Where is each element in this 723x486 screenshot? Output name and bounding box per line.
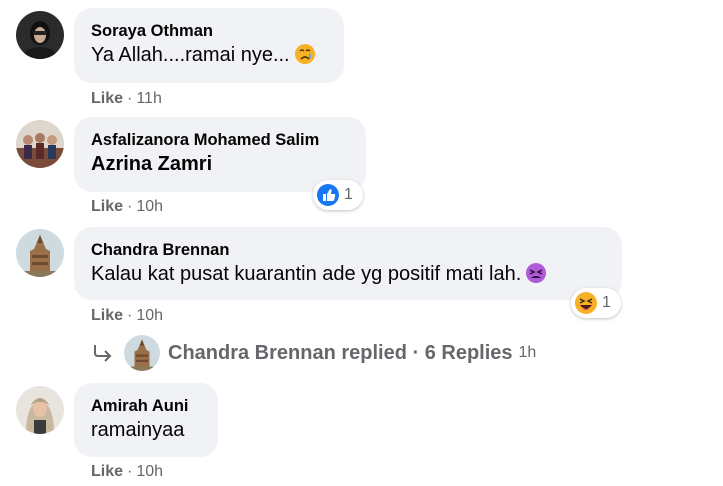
comment-bubble: Chandra Brennan Kalau kat pusat kuaranti… [74, 227, 622, 300]
avatar[interactable] [16, 229, 64, 277]
avatar-photo-asfalizanora [16, 120, 64, 168]
comment-author[interactable]: Soraya Othman [91, 20, 327, 42]
separator-dot: · [127, 198, 133, 215]
reaction-count: 1 [602, 294, 611, 311]
separator-dot: · [127, 307, 133, 324]
comment-time[interactable]: 11h [136, 90, 162, 107]
haha-reaction-icon [575, 292, 597, 314]
comment-time[interactable]: 10h [136, 463, 163, 480]
avatar-photo-amirah [16, 386, 64, 434]
mention-link[interactable]: Azrina Zamri [91, 151, 349, 177]
tired-face-icon [526, 263, 547, 283]
avatar[interactable] [16, 11, 64, 59]
separator-dot: · [127, 463, 133, 480]
comment-time[interactable]: 10h [136, 307, 163, 324]
comment-meta: Like · 11h [91, 90, 162, 108]
comment-text-wrap: Ya Allah....ramai nye... [91, 42, 327, 68]
comment-author[interactable]: Amirah Auni [91, 395, 201, 417]
avatar-photo-chandra-small [124, 335, 160, 371]
comment-time[interactable]: 10h [136, 198, 163, 215]
comment-text: ramainyaa [91, 419, 185, 441]
like-link[interactable]: Like [91, 90, 123, 107]
reply-arrow-icon [94, 345, 112, 362]
comment-author[interactable]: Asfalizanora Mohamed Salim [91, 129, 349, 151]
crying-face-icon [294, 44, 315, 64]
comment-meta: Like · 10h [91, 198, 163, 216]
comment-meta: Like · 10h [91, 463, 163, 481]
comment-author[interactable]: Chandra Brennan [91, 239, 605, 261]
comment-bubble: Soraya Othman Ya Allah....ramai nye... [74, 8, 344, 83]
like-link[interactable]: Like [91, 307, 123, 324]
reaction-summary[interactable]: 1 [313, 180, 363, 210]
avatar-photo-chandra [16, 229, 64, 277]
replies-summary[interactable]: Chandra Brennan replied · 6 Replies [168, 342, 513, 365]
like-link[interactable]: Like [91, 463, 123, 480]
comment-meta: Like · 10h [91, 307, 163, 325]
separator-dot: · [127, 90, 133, 107]
comment-bubble: Amirah Auni ramainyaa [74, 383, 218, 457]
like-link[interactable]: Like [91, 198, 123, 215]
comment-text-wrap: Kalau kat pusat kuarantin ade yg positif… [91, 261, 605, 287]
avatar [124, 335, 160, 371]
replies-time: 1h [518, 344, 537, 361]
avatar-photo-soraya [16, 11, 64, 59]
avatar[interactable] [16, 386, 64, 434]
comment-text: Kalau kat pusat kuarantin ade yg positif… [91, 263, 522, 285]
reaction-summary[interactable]: 1 [571, 288, 621, 318]
view-replies-link[interactable]: Chandra Brennan replied · 6 Replies 1h [92, 334, 536, 372]
like-reaction-icon [317, 184, 339, 206]
comment-text: Ya Allah....ramai nye... [91, 44, 290, 66]
avatar[interactable] [16, 120, 64, 168]
reaction-count: 1 [344, 186, 353, 203]
